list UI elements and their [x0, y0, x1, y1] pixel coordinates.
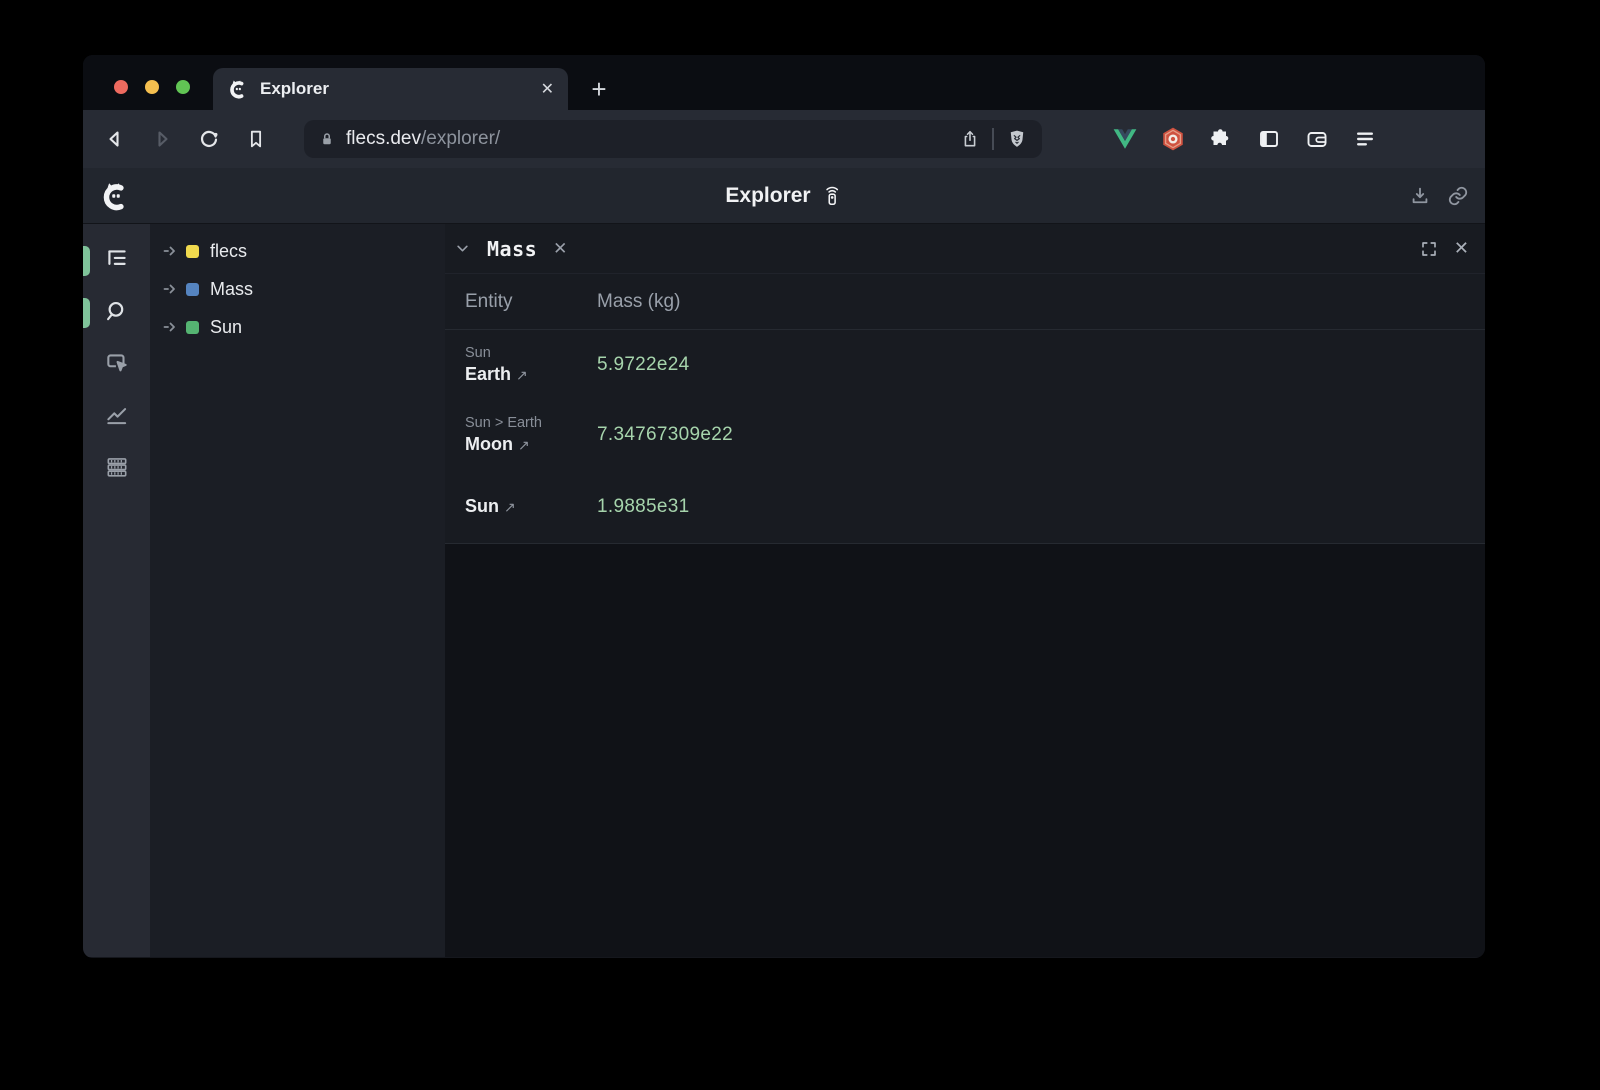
entity-parent-path: Sun > Earth	[465, 415, 597, 431]
flecs-favicon-icon	[227, 79, 247, 99]
entity-color-swatch	[186, 283, 199, 296]
query-panel-header: Mass ✕ ✕	[445, 224, 1485, 274]
tree-item-mass[interactable]: Mass	[150, 270, 445, 308]
tree-item-sun[interactable]: Sun	[150, 308, 445, 346]
tree-item-label: flecs	[210, 241, 247, 262]
url-domain: flecs.dev	[346, 128, 421, 149]
close-window-button[interactable]	[114, 80, 128, 94]
browser-tab-explorer[interactable]: Explorer ✕	[213, 68, 568, 110]
main-area: Mass ✕ ✕ Entity Ma	[445, 224, 1485, 957]
tree-item-flecs[interactable]: flecs	[150, 232, 445, 270]
tree-panel-icon[interactable]	[103, 245, 131, 273]
entity-link[interactable]: Sun↗	[465, 496, 597, 517]
url-path: /explorer/	[421, 128, 500, 149]
expand-arrow-icon[interactable]	[162, 243, 178, 259]
panel-close-icon[interactable]: ✕	[1454, 238, 1469, 259]
content-area: flecs Mass	[83, 224, 1485, 957]
northeast-arrow-icon: ↗	[504, 499, 516, 515]
browser-toolbar: flecs.dev/explorer/	[83, 110, 1485, 168]
query-results-panel: Mass ✕ ✕ Entity Ma	[445, 224, 1485, 544]
download-icon[interactable]	[1409, 185, 1431, 207]
chevron-down-icon[interactable]	[455, 241, 470, 256]
fullscreen-icon[interactable]	[1420, 240, 1438, 258]
tab-title: Explorer	[260, 79, 329, 99]
link-icon[interactable]	[1447, 185, 1469, 207]
forward-button[interactable]	[146, 123, 178, 155]
remote-connection-icon[interactable]	[821, 184, 843, 208]
reload-button[interactable]	[193, 123, 225, 155]
table-row: Sun > Earth Moon↗ 7.34767309e22	[445, 400, 1485, 470]
minimize-window-button[interactable]	[145, 80, 159, 94]
mass-value: 1.9885e31	[597, 496, 690, 518]
inspector-panel-icon[interactable]	[103, 349, 131, 377]
northeast-arrow-icon: ↗	[518, 437, 530, 453]
memory-panel-icon[interactable]	[103, 453, 131, 481]
menu-icon[interactable]	[1348, 122, 1382, 156]
table-header: Entity Mass (kg)	[445, 274, 1485, 330]
new-tab-button[interactable]: +	[584, 75, 614, 105]
url-text: flecs.dev/explorer/	[346, 128, 500, 150]
vue-devtools-extension-icon[interactable]	[1108, 122, 1142, 156]
expand-arrow-icon[interactable]	[162, 281, 178, 297]
query-title: Mass	[487, 237, 537, 261]
brave-shield-icon[interactable]	[1006, 128, 1028, 150]
active-panel-indicator	[83, 246, 90, 276]
entity-color-swatch	[186, 321, 199, 334]
column-header-entity: Entity	[465, 291, 597, 313]
app-header: Explorer	[83, 168, 1485, 224]
chart-panel-icon[interactable]	[103, 401, 131, 429]
lock-icon	[318, 130, 336, 148]
browser-window: Explorer ✕ +	[83, 55, 1485, 958]
toolbar-divider	[992, 128, 994, 150]
tab-bar: Explorer ✕ +	[83, 55, 1485, 110]
tree-item-label: Sun	[210, 317, 242, 338]
desktop-background: Explorer ✕ +	[0, 0, 1600, 1090]
back-button[interactable]	[99, 123, 131, 155]
page-title: Explorer	[725, 184, 810, 208]
share-icon[interactable]	[960, 129, 980, 149]
tree-item-label: Mass	[210, 279, 253, 300]
expand-arrow-icon[interactable]	[162, 319, 178, 335]
flecs-logo-icon	[99, 181, 129, 211]
traffic-lights	[114, 80, 190, 94]
query-close-icon[interactable]: ✕	[553, 239, 567, 259]
entity-link[interactable]: Moon↗	[465, 434, 597, 455]
northeast-arrow-icon: ↗	[516, 367, 528, 383]
search-panel-icon[interactable]	[103, 297, 131, 325]
address-bar[interactable]: flecs.dev/explorer/	[304, 120, 1042, 158]
hexagon-extension-icon[interactable]	[1156, 122, 1190, 156]
mass-value: 7.34767309e22	[597, 424, 733, 446]
active-panel-indicator	[83, 298, 90, 328]
entity-color-swatch	[186, 245, 199, 258]
mass-value: 5.9722e24	[597, 354, 690, 376]
sidebar-toggle-icon[interactable]	[1252, 122, 1286, 156]
entity-link[interactable]: Earth↗	[465, 364, 597, 385]
table-row: Sun↗ 1.9885e31	[445, 470, 1485, 543]
entity-parent-path: Sun	[465, 345, 597, 361]
extensions-puzzle-icon[interactable]	[1204, 122, 1238, 156]
wallet-icon[interactable]	[1300, 122, 1334, 156]
table-row: Sun Earth↗ 5.9722e24	[445, 330, 1485, 400]
entity-tree-panel: flecs Mass	[150, 224, 445, 957]
icon-sidebar	[83, 224, 150, 957]
column-header-value: Mass (kg)	[597, 291, 680, 313]
zoom-window-button[interactable]	[176, 80, 190, 94]
tab-close-icon[interactable]: ✕	[541, 79, 554, 99]
bookmark-icon[interactable]	[240, 123, 272, 155]
